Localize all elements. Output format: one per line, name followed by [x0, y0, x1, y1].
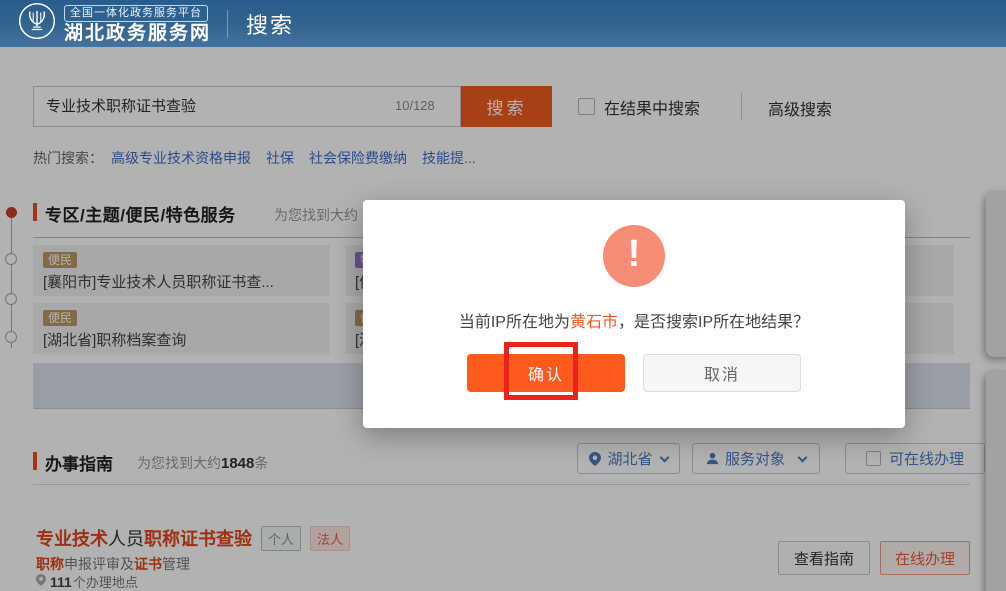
annotation-highlight-box — [504, 342, 578, 400]
header-divider — [227, 10, 228, 38]
site-name: 湖北政务服务网 — [64, 23, 211, 45]
page: 全国一体化政务服务平台 湖北政务服务网 搜索 专业技术职称证书查验 10/128… — [0, 0, 1006, 591]
message-prefix: 当前IP所在地为 — [459, 314, 570, 331]
ip-city-highlight: 黄石市 — [570, 314, 618, 331]
dialog-buttons: 确认 取消 — [363, 354, 905, 392]
national-platform-badge: 全国一体化政务服务平台 — [64, 5, 208, 22]
warning-icon: ! — [603, 225, 665, 287]
cancel-button[interactable]: 取消 — [643, 354, 801, 392]
message-suffix: ，是否搜索IP所在地结果？ — [618, 314, 809, 331]
site-logo[interactable]: 全国一体化政务服务平台 湖北政务服务网 — [18, 2, 211, 45]
ip-location-dialog: ! 当前IP所在地为黄石市，是否搜索IP所在地结果？ 确认 取消 — [363, 200, 905, 428]
dialog-message: 当前IP所在地为黄石市，是否搜索IP所在地结果？ — [363, 308, 905, 332]
emblem-icon — [18, 2, 56, 45]
page-title: 搜索 — [246, 8, 294, 40]
header: 全国一体化政务服务平台 湖北政务服务网 搜索 — [0, 0, 1006, 47]
